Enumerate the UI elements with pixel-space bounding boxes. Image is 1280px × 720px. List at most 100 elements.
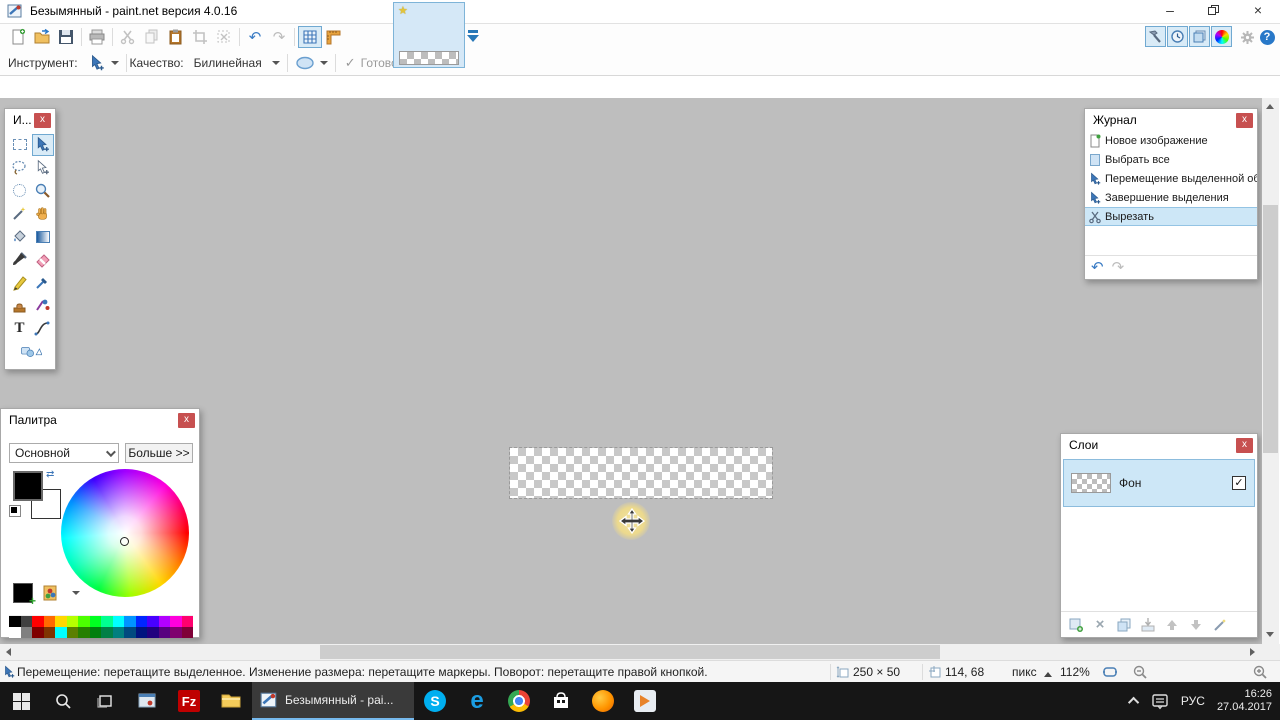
history-item-finish-selection[interactable]: Завершение выделения xyxy=(1085,188,1257,207)
history-item-cut[interactable]: Вырезать xyxy=(1085,207,1257,226)
tool-color-picker[interactable] xyxy=(32,272,54,294)
task-view-button[interactable] xyxy=(84,682,126,720)
scroll-down-arrow[interactable] xyxy=(1266,632,1274,637)
palette-more-button[interactable]: Больше >> xyxy=(125,443,193,463)
tool-gradient[interactable] xyxy=(32,226,54,248)
open-file-button[interactable] xyxy=(30,26,54,48)
palette-swatch[interactable] xyxy=(9,627,21,638)
undo-button[interactable]: ↶ xyxy=(243,26,267,48)
history-undo-button[interactable]: ↶ xyxy=(1091,260,1104,275)
palette-swatch[interactable] xyxy=(43,616,55,627)
palette-swatch[interactable] xyxy=(66,627,78,638)
help-button[interactable]: ? xyxy=(1258,28,1276,46)
palette-swatch[interactable] xyxy=(89,627,101,638)
zoom-in-button[interactable] xyxy=(1252,664,1268,680)
palette-manager-button[interactable] xyxy=(41,583,61,603)
swap-colors-button[interactable]: ⇄ xyxy=(46,469,54,480)
cut-button[interactable] xyxy=(116,26,140,48)
units-dropdown-arrow[interactable] xyxy=(1044,672,1052,677)
zoom-fit-button[interactable] xyxy=(1102,664,1118,680)
taskbar-app-chrome[interactable] xyxy=(498,682,540,720)
palette-swatch[interactable] xyxy=(101,627,113,638)
taskbar-app-filezilla[interactable]: Fz xyxy=(168,682,210,720)
current-tool-dropdown[interactable] xyxy=(84,52,123,74)
palette-swatch[interactable] xyxy=(20,627,32,638)
taskbar-app-remote[interactable] xyxy=(126,682,168,720)
scroll-right-arrow[interactable] xyxy=(1250,648,1255,656)
palette-swatch[interactable] xyxy=(78,627,90,638)
tray-language[interactable]: РУС xyxy=(1181,694,1205,708)
taskbar-app-store[interactable] xyxy=(540,682,582,720)
palette-swatch[interactable] xyxy=(181,616,193,627)
taskbar-app-firefox[interactable] xyxy=(582,682,624,720)
tool-clone-stamp[interactable] xyxy=(9,295,31,317)
tool-magic-wand[interactable] xyxy=(9,203,31,225)
tool-paint-bucket[interactable] xyxy=(9,226,31,248)
grid-toggle-button[interactable] xyxy=(298,26,322,48)
taskbar-active-window[interactable]: Безымянный - pai... xyxy=(252,682,414,720)
quality-dropdown[interactable]: Билинейная xyxy=(190,54,284,72)
tool-ellipse-select[interactable] xyxy=(9,180,31,202)
palette-swatch[interactable] xyxy=(112,627,124,638)
toggle-colors-button[interactable] xyxy=(1211,26,1232,47)
layers-panel-close-button[interactable]: x xyxy=(1236,437,1253,453)
palette-swatch[interactable] xyxy=(158,616,170,627)
tool-pencil[interactable] xyxy=(9,272,31,294)
palette-swatch[interactable] xyxy=(66,616,78,627)
palette-swatch[interactable] xyxy=(181,627,193,638)
taskbar-file-explorer[interactable] xyxy=(210,682,252,720)
move-layer-up-button[interactable] xyxy=(1163,616,1181,634)
tool-text[interactable]: T xyxy=(9,318,31,340)
floating-selection[interactable] xyxy=(509,447,773,499)
palette-swatch[interactable] xyxy=(112,616,124,627)
toggle-tools-button[interactable] xyxy=(1145,26,1166,47)
palette-swatch[interactable] xyxy=(9,616,21,627)
settings-button[interactable] xyxy=(1238,28,1256,46)
history-item-move-selection[interactable]: Перемещение выделенной области xyxy=(1085,169,1257,188)
taskbar-app-skype[interactable]: S xyxy=(414,682,456,720)
palette-swatch[interactable] xyxy=(124,616,136,627)
reset-colors-button[interactable] xyxy=(9,505,21,517)
color-wheel[interactable] xyxy=(61,469,189,597)
selection-render-dropdown[interactable] xyxy=(291,54,332,72)
ruler-toggle-button[interactable] xyxy=(322,26,346,48)
tool-pan[interactable] xyxy=(32,203,54,225)
image-tab-thumbnail[interactable]: ★ xyxy=(393,2,465,68)
chevron-down-icon[interactable] xyxy=(72,591,80,595)
copy-button[interactable] xyxy=(140,26,164,48)
palette-panel-close-button[interactable]: x xyxy=(178,412,195,428)
tool-eraser[interactable] xyxy=(32,249,54,271)
crop-button[interactable] xyxy=(188,26,212,48)
layer-properties-button[interactable] xyxy=(1211,616,1229,634)
history-item-select-all[interactable]: Выбрать все xyxy=(1085,150,1257,169)
taskbar-search-button[interactable] xyxy=(42,682,84,720)
start-button[interactable] xyxy=(0,682,42,720)
print-button[interactable] xyxy=(85,26,109,48)
tool-shapes[interactable] xyxy=(20,341,42,363)
tool-line-curve[interactable] xyxy=(32,318,54,340)
tool-move-selection[interactable] xyxy=(32,157,54,179)
tray-clock[interactable]: 16:26 27.04.2017 xyxy=(1217,688,1272,714)
palette-preset-dropdown[interactable]: Основной xyxy=(9,443,119,463)
taskbar-app-media[interactable] xyxy=(624,682,666,720)
toggle-layers-button[interactable] xyxy=(1189,26,1210,47)
palette-swatch[interactable] xyxy=(32,616,44,627)
tool-move-selected-pixels[interactable] xyxy=(31,133,54,156)
palette-swatch[interactable] xyxy=(78,616,90,627)
restore-button[interactable] xyxy=(1198,2,1228,20)
palette-swatch[interactable] xyxy=(158,627,170,638)
delete-layer-button[interactable]: × xyxy=(1091,616,1109,634)
palette-swatch[interactable] xyxy=(43,627,55,638)
color-wheel-cursor[interactable] xyxy=(120,537,129,546)
history-item-new-image[interactable]: Новое изображение xyxy=(1085,131,1257,150)
tools-panel-close-button[interactable]: x xyxy=(34,112,51,128)
palette-swatch[interactable] xyxy=(89,616,101,627)
zoom-out-button[interactable] xyxy=(1132,664,1148,680)
duplicate-layer-button[interactable] xyxy=(1115,616,1133,634)
history-redo-button[interactable]: ↷ xyxy=(1112,260,1125,275)
palette-swatch[interactable] xyxy=(55,627,67,638)
save-button[interactable] xyxy=(54,26,78,48)
redo-button[interactable]: ↷ xyxy=(267,26,291,48)
tool-zoom[interactable] xyxy=(32,180,54,202)
primary-color-swatch[interactable] xyxy=(13,471,43,501)
